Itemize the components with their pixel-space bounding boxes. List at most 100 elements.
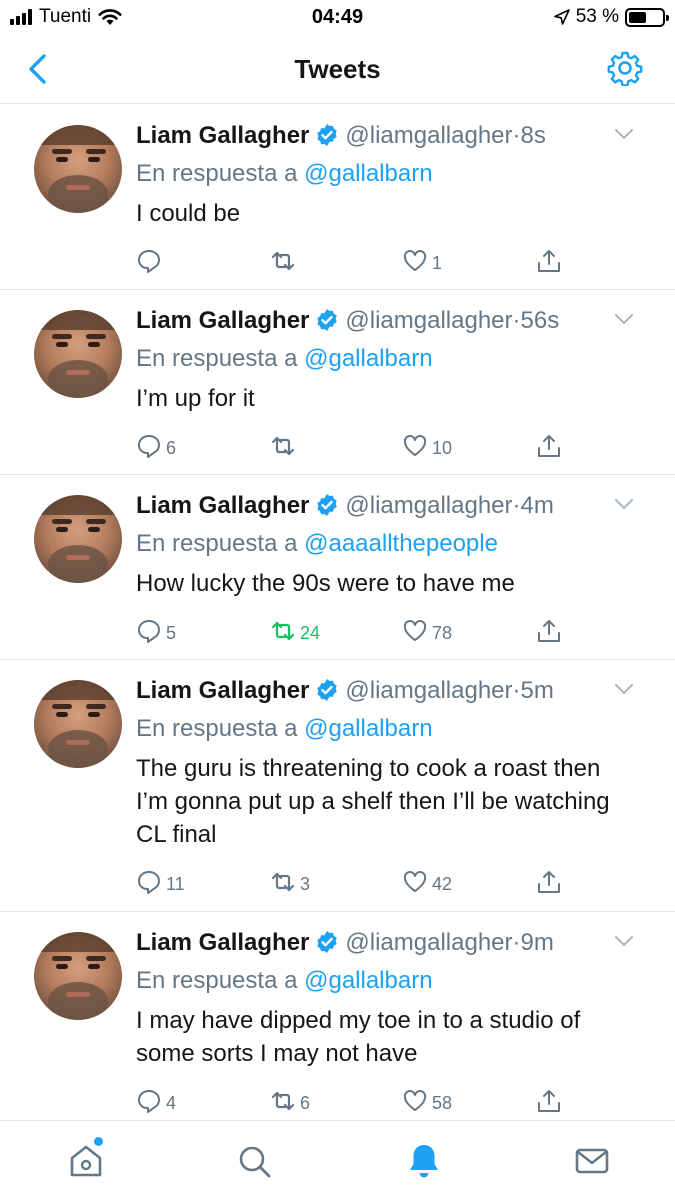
reply-count: 5: [166, 623, 177, 643]
navigation-bar: Tweets: [0, 36, 675, 104]
retweet-icon: [270, 618, 296, 649]
verified-badge-icon: [317, 931, 338, 953]
reply-button[interactable]: [136, 248, 166, 279]
tweet[interactable]: Liam Gallagher @liamgallagher·4m En respu…: [0, 475, 675, 660]
share-button[interactable]: [536, 1088, 562, 1119]
author-handle[interactable]: @liamgallagher: [345, 929, 512, 956]
tweet-header: Liam Gallagher @liamgallagher·9m: [136, 928, 554, 958]
separator-dot: ·: [512, 492, 521, 519]
like-button[interactable]: 58: [402, 1088, 452, 1119]
reply-to-handle[interactable]: @gallalbarn: [304, 967, 432, 994]
battery-group: 53 %: [553, 6, 669, 28]
author-handle[interactable]: @liamgallagher: [345, 307, 512, 334]
author-name[interactable]: Liam Gallagher: [136, 307, 309, 334]
tweet-text: How lucky the 90s were to have me: [136, 570, 515, 597]
reply-button[interactable]: 4: [136, 1088, 176, 1119]
author-handle[interactable]: @liamgallagher: [345, 677, 512, 704]
tweet-time: 8s: [520, 122, 546, 149]
tweet-feed: Liam Gallagher @liamgallagher·8s En respu…: [0, 105, 675, 1122]
back-chevron-icon[interactable]: [24, 52, 54, 86]
reply-prefix: En respuesta a: [136, 160, 298, 187]
tweet-time: 4m: [520, 492, 554, 519]
gear-icon[interactable]: [607, 50, 643, 86]
share-button[interactable]: [536, 618, 562, 649]
reply-button[interactable]: 5: [136, 618, 176, 649]
tweet-text: I’m up for it: [136, 385, 255, 412]
author-name[interactable]: Liam Gallagher: [136, 492, 309, 519]
share-button[interactable]: [536, 248, 562, 279]
new-content-dot: [94, 1137, 103, 1146]
like-button[interactable]: 42: [402, 869, 452, 900]
author-name[interactable]: Liam Gallagher: [136, 677, 309, 704]
reply-to-handle[interactable]: @gallalbarn: [304, 715, 432, 742]
reply-prefix: En respuesta a: [136, 715, 298, 742]
heart-icon: [402, 248, 428, 279]
share-button[interactable]: [536, 433, 562, 464]
status-bar: Tuenti 04:49 53 %: [0, 0, 675, 36]
separator-dot: ·: [512, 122, 521, 149]
reply-icon: [136, 869, 162, 900]
reply-button[interactable]: 11: [136, 869, 185, 900]
reply-to-handle[interactable]: @aaaallthepeople: [304, 530, 498, 557]
tweet[interactable]: Liam Gallagher @liamgallagher·9m En respu…: [0, 912, 675, 1122]
reply-context: En respuesta a @aaaallthepeople: [136, 529, 498, 559]
avatar[interactable]: [34, 932, 122, 1020]
reply-context: En respuesta a @gallalbarn: [136, 966, 433, 996]
reply-count: 6: [166, 438, 177, 458]
tweet[interactable]: Liam Gallagher @liamgallagher·8s En respu…: [0, 105, 675, 290]
tweet-actions: 6 10: [136, 433, 675, 463]
like-button[interactable]: 78: [402, 618, 452, 649]
author-handle[interactable]: @liamgallagher: [345, 492, 512, 519]
chevron-down-icon[interactable]: [613, 682, 635, 696]
heart-icon: [402, 869, 428, 900]
heart-icon: [402, 433, 428, 464]
retweet-count: 6: [300, 1093, 311, 1113]
retweet-button[interactable]: [270, 433, 300, 464]
reply-context: En respuesta a @gallalbarn: [136, 159, 433, 189]
author-name[interactable]: Liam Gallagher: [136, 929, 309, 956]
retweet-button[interactable]: 24: [270, 618, 320, 649]
tab-messages[interactable]: [572, 1141, 612, 1181]
chevron-down-icon[interactable]: [613, 934, 635, 948]
tab-notifications[interactable]: [404, 1141, 444, 1181]
reply-to-handle[interactable]: @gallalbarn: [304, 345, 432, 372]
chevron-down-icon[interactable]: [613, 497, 635, 511]
tab-search[interactable]: [234, 1141, 274, 1181]
avatar[interactable]: [34, 310, 122, 398]
reply-to-handle[interactable]: @gallalbarn: [304, 160, 432, 187]
like-button[interactable]: 1: [402, 248, 442, 279]
retweet-button[interactable]: [270, 248, 300, 279]
heart-icon: [402, 618, 428, 649]
avatar[interactable]: [34, 495, 122, 583]
retweet-button[interactable]: 6: [270, 1088, 310, 1119]
author-name[interactable]: Liam Gallagher: [136, 122, 309, 149]
tweet-text: I may have dipped my toe in to a studio …: [136, 1007, 581, 1067]
reply-icon: [136, 433, 162, 464]
battery-percent: 53 %: [575, 6, 619, 27]
reply-button[interactable]: 6: [136, 433, 176, 464]
retweet-button[interactable]: 3: [270, 869, 310, 900]
like-count: 1: [432, 253, 443, 273]
tweet[interactable]: Liam Gallagher @liamgallagher·56s En resp…: [0, 290, 675, 475]
share-button[interactable]: [536, 869, 562, 900]
tweet-header: Liam Gallagher @liamgallagher·56s: [136, 306, 559, 336]
chevron-down-icon[interactable]: [613, 127, 635, 141]
avatar[interactable]: [34, 125, 122, 213]
location-arrow-icon: [553, 9, 570, 25]
like-count: 10: [432, 438, 453, 458]
share-icon: [536, 248, 562, 279]
like-count: 42: [432, 874, 453, 894]
chevron-down-icon[interactable]: [613, 312, 635, 326]
share-icon: [536, 1088, 562, 1119]
tweet[interactable]: Liam Gallagher @liamgallagher·5m En respu…: [0, 660, 675, 912]
like-button[interactable]: 10: [402, 433, 452, 464]
reply-prefix: En respuesta a: [136, 967, 298, 994]
retweet-icon: [270, 1088, 296, 1119]
avatar[interactable]: [34, 680, 122, 768]
tweet-actions: 5 24 78: [136, 618, 675, 648]
tab-home[interactable]: [66, 1137, 106, 1181]
tweet-time: 5m: [520, 677, 554, 704]
separator-dot: ·: [512, 929, 521, 956]
battery-icon: [625, 7, 669, 27]
author-handle[interactable]: @liamgallagher: [345, 122, 512, 149]
